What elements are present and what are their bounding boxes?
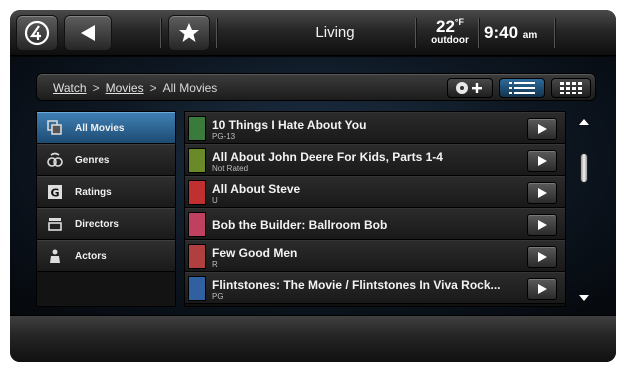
movie-poster xyxy=(188,148,206,173)
list-view-icon xyxy=(509,82,535,94)
add-disc-button[interactable] xyxy=(447,78,493,98)
list-item[interactable]: Bob the Builder: Ballroom Bob xyxy=(185,208,565,240)
temperature-label: outdoor xyxy=(431,35,469,46)
sidebar-item-all-movies[interactable]: All Movies xyxy=(37,112,175,144)
movie-list: 10 Things I Hate About You PG-13 All Abo… xyxy=(184,111,566,307)
sidebar-item-label: All Movies xyxy=(75,122,125,134)
movie-title: Few Good Men xyxy=(212,246,298,260)
movie-title: All About Steve xyxy=(212,182,301,196)
top-bar: Living 22°F outdoor 9:40 am xyxy=(10,10,616,56)
list-item[interactable]: All About John Deere For Kids, Parts 1-4… xyxy=(185,144,565,176)
movie-poster xyxy=(188,180,206,205)
play-button[interactable] xyxy=(527,182,557,204)
star-icon xyxy=(179,23,199,42)
grid-view-button[interactable] xyxy=(551,78,591,98)
sidebar-item-label: Directors xyxy=(75,218,119,230)
temperature-value: 22 xyxy=(435,17,455,36)
toolbar-divider xyxy=(216,18,217,48)
toolbar-divider xyxy=(478,18,479,48)
scrollbar[interactable] xyxy=(574,111,596,307)
disc-plus-icon xyxy=(456,82,482,94)
sidebar-item-label: Ratings xyxy=(75,186,112,198)
home-logo-icon xyxy=(24,20,50,46)
directors-icon xyxy=(41,214,69,234)
play-icon xyxy=(538,124,547,134)
play-button[interactable] xyxy=(527,150,557,172)
scroll-up-arrow-icon[interactable] xyxy=(579,119,589,125)
play-icon xyxy=(538,284,547,294)
play-icon xyxy=(538,188,547,198)
movie-title: Bob the Builder: Ballroom Bob xyxy=(212,218,388,232)
main-content: Watch > Movies > All Movies All Movies G… xyxy=(10,57,616,315)
play-icon xyxy=(538,220,547,230)
sidebar-item-ratings[interactable]: G Ratings xyxy=(37,176,175,208)
home-button[interactable] xyxy=(16,15,58,51)
breadcrumb-separator: > xyxy=(92,81,100,95)
list-item[interactable]: 10 Things I Hate About You PG-13 xyxy=(185,112,565,144)
clock-ampm: am xyxy=(522,30,538,41)
play-button[interactable] xyxy=(527,246,557,268)
favorites-button[interactable] xyxy=(168,15,210,51)
clock: 9:40 am xyxy=(484,23,554,43)
actors-icon xyxy=(41,246,69,266)
list-view-button[interactable] xyxy=(499,78,545,98)
play-icon xyxy=(538,156,547,166)
play-button[interactable] xyxy=(527,214,557,236)
breadcrumb-separator: > xyxy=(149,81,157,95)
movie-rating: U xyxy=(212,196,218,205)
list-item[interactable]: Few Good Men R xyxy=(185,240,565,272)
movie-rating: PG xyxy=(212,292,224,301)
movie-title: 10 Things I Hate About You xyxy=(212,118,367,132)
svg-text:G: G xyxy=(50,187,59,200)
breadcrumb: Watch > Movies > All Movies xyxy=(53,81,217,95)
sidebar-item-label: Genres xyxy=(75,154,110,166)
toolbar-divider xyxy=(554,18,555,48)
sidebar-item-label: Actors xyxy=(75,250,107,262)
breadcrumb-watch[interactable]: Watch xyxy=(53,81,87,95)
play-button[interactable] xyxy=(527,278,557,300)
movie-poster xyxy=(188,116,206,141)
ratings-icon: G xyxy=(41,182,69,202)
movie-poster xyxy=(188,276,206,301)
movie-title: Flintstones: The Movie / Flintstones In … xyxy=(212,278,501,292)
breadcrumb-movies[interactable]: Movies xyxy=(106,81,144,95)
back-button[interactable] xyxy=(64,15,112,51)
breadcrumb-current: All Movies xyxy=(162,81,218,95)
scroll-down-arrow-icon[interactable] xyxy=(579,295,589,301)
room-title: Living xyxy=(315,24,355,41)
movie-rating: Not Rated xyxy=(212,164,249,173)
bottom-bar xyxy=(10,315,616,362)
movie-rating: R xyxy=(212,260,218,269)
grid-view-icon xyxy=(560,82,582,94)
temperature-unit: °F xyxy=(454,17,465,27)
scrollbar-thumb[interactable] xyxy=(580,153,588,183)
movie-rating: PG-13 xyxy=(212,132,236,141)
sidebar-item-actors[interactable]: Actors xyxy=(37,240,175,272)
movie-poster xyxy=(188,212,206,237)
all-movies-icon xyxy=(41,118,69,138)
breadcrumb-bar: Watch > Movies > All Movies xyxy=(36,73,596,101)
clock-time: 9:40 xyxy=(484,23,519,42)
sidebar-item-genres[interactable]: Genres xyxy=(37,144,175,176)
play-button[interactable] xyxy=(527,118,557,140)
sidebar-item-directors[interactable]: Directors xyxy=(37,208,175,240)
back-arrow-icon xyxy=(81,25,95,41)
category-sidebar: All Movies Genres G Ratings Directors Ac… xyxy=(36,111,176,307)
outdoor-temperature: 22°F outdoor xyxy=(425,18,475,46)
play-icon xyxy=(538,252,547,262)
toolbar-divider xyxy=(160,18,161,48)
list-item[interactable]: Flintstones: The Movie / Flintstones In … xyxy=(185,272,565,304)
movie-poster xyxy=(188,244,206,269)
remote-screen: Living 22°F outdoor 9:40 am Watch > Movies… xyxy=(10,10,616,362)
genres-icon xyxy=(41,150,69,170)
movie-title: All About John Deere For Kids, Parts 1-4 xyxy=(212,150,443,164)
toolbar-divider xyxy=(415,18,416,48)
list-item[interactable]: All About Steve U xyxy=(185,176,565,208)
